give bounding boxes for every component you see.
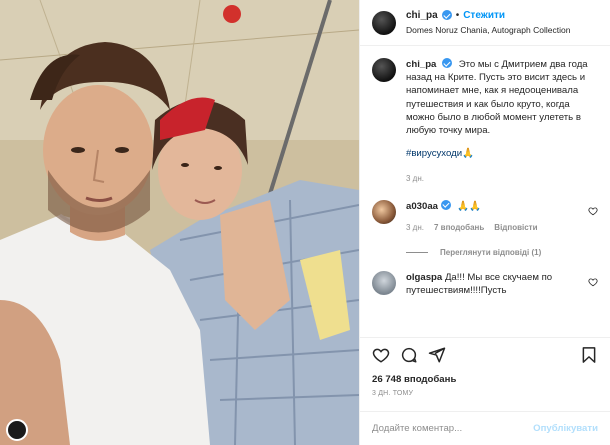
view-replies-label: Переглянути відповіді (1) [440, 247, 542, 257]
comments-fade [360, 323, 610, 337]
caption-hashtag[interactable]: #вирусуходи🙏 [406, 147, 598, 160]
publish-button[interactable]: Опублікувати [533, 423, 598, 434]
bookmark-icon[interactable] [580, 346, 598, 364]
likes-count[interactable]: 26 748 вподобань [372, 374, 598, 385]
comment-like-heart-icon[interactable] [588, 206, 598, 216]
verified-badge-icon [441, 10, 452, 20]
post-location[interactable]: Domes Noruz Chania, Autograph Collection [406, 24, 570, 37]
heart-icon[interactable] [372, 346, 390, 364]
post-caption: chi_pa Это мы с Дмитрием два года назад … [372, 58, 598, 186]
post-image [0, 0, 359, 445]
comment-time: 3 дн. [406, 222, 424, 232]
author-avatar[interactable] [372, 10, 396, 35]
comment-icon[interactable] [400, 346, 418, 364]
commenter-avatar[interactable] [372, 199, 396, 224]
comment-text: 🙏🙏 [457, 200, 482, 212]
caption-text: Это мы с Дмитрием два года назад на Крит… [406, 59, 588, 137]
comment-item: olgaspa Да!!! Мы все скучаем по путешест… [372, 270, 598, 297]
post-header: chi_pa • Стежити Domes Noruz Chania, Aut… [360, 0, 610, 46]
post-actions-section: 26 748 вподобань 3 ДН. ТОМУ Опублікувати [360, 337, 610, 445]
post-timestamp[interactable]: 3 ДН. ТОМУ [372, 390, 598, 397]
comments-section[interactable]: chi_pa Это мы с Дмитрием два года назад … [360, 46, 610, 337]
caption-username[interactable]: chi_pa [406, 59, 436, 70]
verified-badge-icon [442, 58, 453, 68]
caption-time: 3 дн. [406, 174, 424, 184]
comment-like-heart-icon[interactable] [588, 277, 598, 287]
post-sidebar: chi_pa • Стежити Domes Noruz Chania, Aut… [359, 0, 610, 445]
commenter-username[interactable]: a030aa [406, 201, 438, 212]
view-replies-button[interactable]: Переглянути відповіді (1) [406, 248, 598, 257]
photo-tagged-users-icon[interactable] [6, 419, 28, 441]
caption-avatar[interactable] [372, 58, 396, 82]
separator-dot: • [455, 9, 460, 21]
replies-line [406, 251, 428, 253]
share-icon[interactable] [428, 346, 446, 364]
reply-button[interactable]: Відповісти [494, 221, 537, 234]
action-bar [372, 346, 598, 364]
post-photo[interactable] [0, 0, 359, 445]
comment-likes[interactable]: 7 вподобань [434, 221, 484, 234]
add-comment-form: Опублікувати [360, 411, 610, 445]
follow-button[interactable]: Стежити [463, 9, 505, 22]
comment-item: a030aa 🙏🙏 3 дн. 7 вподобань Відповісти [372, 199, 598, 234]
post-modal: chi_pa • Стежити Domes Noruz Chania, Aut… [0, 0, 610, 445]
commenter-username[interactable]: olgaspa [406, 272, 442, 283]
verified-badge-icon [440, 199, 451, 210]
comment-input[interactable] [372, 423, 534, 434]
commenter-avatar[interactable] [372, 270, 396, 295]
author-username[interactable]: chi_pa [406, 9, 438, 22]
